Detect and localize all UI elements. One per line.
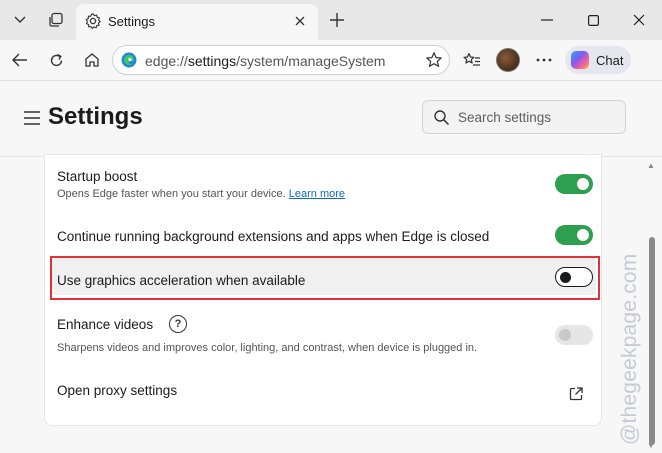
copilot-icon — [571, 51, 589, 69]
gear-icon — [85, 13, 102, 30]
enhance-videos-toggle[interactable] — [555, 325, 593, 345]
startup-boost-toggle[interactable] — [555, 174, 593, 194]
enhance-videos-title: Enhance videos — [57, 317, 154, 332]
scroll-down-arrow-icon[interactable]: ▼ — [647, 441, 655, 450]
address-url: edge://settings/system/manageSystem — [145, 53, 386, 69]
page-title: Settings — [48, 103, 143, 130]
close-window-icon[interactable] — [624, 6, 654, 34]
copilot-chat-button[interactable]: Chat — [565, 46, 631, 74]
scroll-thumb[interactable] — [649, 237, 655, 445]
edge-logo-icon — [121, 52, 137, 68]
maximize-icon[interactable] — [578, 6, 608, 34]
tab-title: Settings — [108, 14, 155, 29]
background-extensions-title: Continue running background extensions a… — [57, 229, 490, 244]
hamburger-menu-icon[interactable] — [24, 111, 40, 125]
new-tab-plus-icon[interactable] — [324, 7, 350, 33]
external-link-icon[interactable] — [569, 387, 583, 401]
highlight-annotation-box — [50, 256, 600, 300]
favorite-star-icon[interactable] — [425, 51, 443, 69]
back-arrow-icon[interactable] — [6, 46, 34, 74]
scroll-up-arrow-icon[interactable]: ▲ — [647, 161, 655, 170]
browser-toolbar: edge://settings/system/manageSystem Chat — [0, 40, 662, 80]
close-tab-icon[interactable] — [290, 11, 310, 31]
chat-label: Chat — [596, 52, 624, 68]
learn-more-link[interactable]: Learn more — [289, 188, 345, 200]
tab-actions-chevron-down-icon[interactable] — [6, 6, 34, 34]
refresh-icon[interactable] — [42, 46, 70, 74]
startup-boost-title: Startup boost — [57, 169, 138, 184]
more-options-icon[interactable] — [530, 46, 558, 74]
enhance-videos-description: Sharpens videos and improves color, ligh… — [57, 342, 478, 354]
background-extensions-toggle[interactable] — [555, 225, 593, 245]
page-scrollbar[interactable]: ▲ ▼ — [646, 161, 658, 451]
title-bar: Settings — [0, 0, 662, 40]
profile-avatar[interactable] — [496, 48, 520, 72]
address-bar[interactable]: edge://settings/system/manageSystem — [112, 45, 450, 75]
help-question-icon[interactable]: ? — [169, 315, 187, 333]
favorites-icon[interactable] — [458, 46, 486, 74]
search-settings-input[interactable]: Search settings — [422, 100, 626, 134]
startup-boost-description: Opens Edge faster when you start your de… — [57, 188, 346, 200]
workspaces-icon[interactable] — [42, 6, 70, 34]
home-icon[interactable] — [78, 46, 106, 74]
minimize-icon[interactable] — [532, 6, 562, 34]
tab-settings[interactable]: Settings — [76, 4, 318, 40]
search-placeholder: Search settings — [458, 110, 552, 125]
open-proxy-settings-link[interactable]: Open proxy settings — [57, 383, 177, 398]
search-icon — [434, 110, 450, 126]
watermark-text: @thegeekpage.com — [618, 253, 641, 445]
